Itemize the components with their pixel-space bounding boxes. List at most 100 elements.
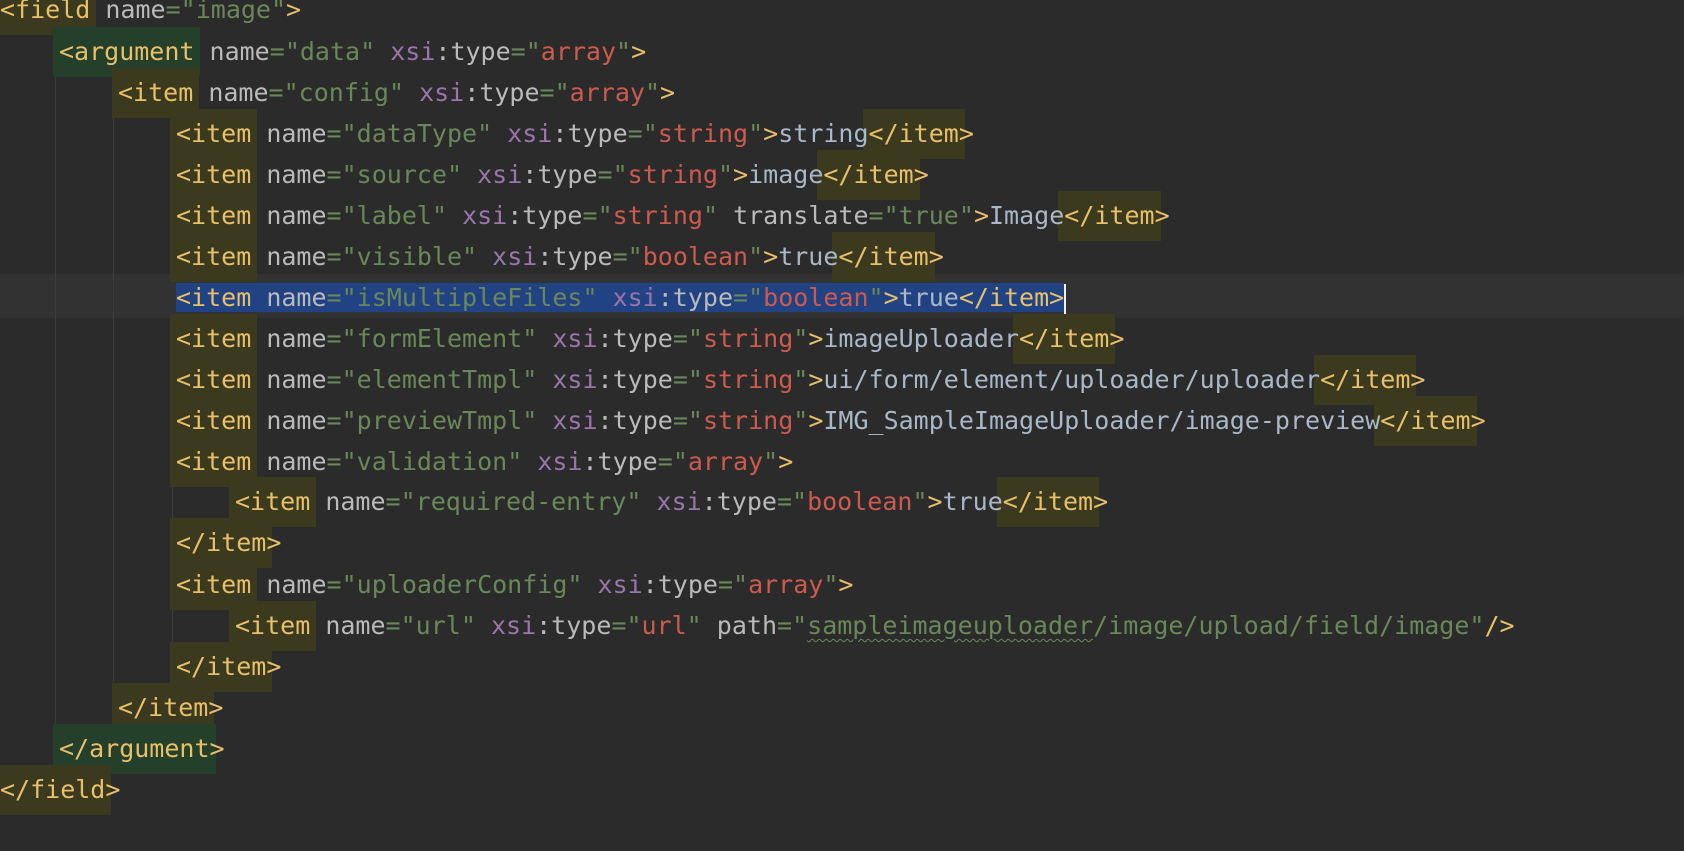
code-line[interactable]: <item name="required-entry" xsi:type="bo…: [0, 477, 1108, 527]
xml-quote: ": [341, 406, 357, 435]
xml-colon: :: [657, 283, 673, 312]
code-line[interactable]: <item name="validation" xsi:type="array"…: [0, 437, 793, 487]
code-line[interactable]: <item name="uploaderConfig" xsi:type="ar…: [0, 560, 854, 610]
xml-bracket: >: [266, 652, 282, 681]
xml-equals: =: [326, 324, 342, 353]
xml-quote: ": [341, 365, 357, 394]
xml-attribute-name: translate: [733, 201, 869, 230]
xml-colon: :: [582, 447, 598, 476]
xml-equals: =: [597, 160, 613, 189]
xml-tag-name: <argument: [52, 27, 201, 77]
code-line[interactable]: <item name="url" xsi:type="url" path="sa…: [0, 601, 1515, 651]
xml-equals: =: [326, 201, 342, 230]
code-editor[interactable]: <field name="image"> <argument name="data…: [0, 0, 1684, 851]
xml-bracket: >: [1049, 283, 1065, 312]
code-line[interactable]: </item>: [0, 683, 223, 733]
xml-attribute-value: /image/upload/field/image: [1093, 611, 1470, 640]
xml-colon: :: [701, 487, 717, 516]
xml-attribute-value: validation: [356, 447, 508, 476]
xml-quote: ": [525, 37, 541, 66]
xml-bracket: >: [660, 78, 676, 107]
xml-attribute-value: config: [298, 78, 389, 107]
xml-equals: =: [627, 119, 643, 148]
xml-attribute-value: boolean: [807, 487, 913, 516]
xml-tag-name: <item: [169, 191, 258, 241]
xml-attribute-value: string: [702, 406, 794, 435]
xml-quote: ": [388, 78, 405, 107]
xml-equals: =: [510, 37, 526, 66]
xml-tag-name: </item: [1374, 396, 1477, 446]
xml-tag-name: <item: [169, 314, 258, 364]
xml-quote: ": [283, 78, 299, 107]
xml-text-content: true: [778, 242, 839, 271]
code-line[interactable]: </item>: [0, 518, 281, 568]
xml-tag-name: </field: [0, 765, 112, 815]
xml-attribute-name: name: [266, 324, 327, 353]
code-line[interactable]: <item name="isMultipleFiles" xsi:type="b…: [0, 276, 1067, 320]
code-line[interactable]: <item name="previewTmpl" xsi:type="strin…: [0, 396, 1486, 446]
code-line[interactable]: <item name="visible" xsi:type="boolean">…: [0, 232, 944, 282]
xml-equals: =: [776, 487, 793, 516]
xml-attribute-value: elementTmpl: [356, 365, 523, 394]
xml-quote: ": [341, 242, 357, 271]
xml-attribute-name: name: [266, 406, 327, 435]
xml-attribute-name: type: [567, 119, 628, 148]
xml-tag-name: </item: [1058, 191, 1161, 241]
xml-attribute-name: name: [209, 37, 270, 66]
xml-attribute-name: type: [612, 406, 673, 435]
xml-attribute-name: type: [672, 283, 734, 312]
xml-bracket: >: [808, 365, 824, 394]
xml-quote: ": [446, 160, 463, 189]
xml-attribute-name: name: [266, 201, 327, 230]
xml-quote: ": [748, 283, 764, 312]
xml-bracket: >: [631, 37, 647, 66]
xml-attribute-value: image: [195, 0, 271, 24]
xml-quote: ": [616, 37, 632, 66]
xml-tag-name: </item: [817, 150, 921, 200]
xml-equals: =: [165, 0, 181, 24]
xml-attribute-value: string: [702, 365, 794, 394]
xml-quote: ": [507, 447, 523, 476]
code-line[interactable]: <item name="label" xsi:type="string" tra…: [0, 191, 1170, 241]
xml-equals: =: [326, 447, 342, 476]
xml-attribute-value: data: [299, 37, 361, 66]
code-line[interactable]: <item name="formElement" xsi:type="strin…: [0, 314, 1124, 364]
xml-attribute-value: required-entry: [415, 487, 627, 516]
code-line[interactable]: <item name="elementTmpl" xsi:type="strin…: [0, 355, 1425, 405]
xml-equals: =: [868, 201, 884, 230]
code-line[interactable]: <argument name="data" xsi:type="array">: [0, 27, 647, 77]
xml-quote: ": [522, 406, 538, 435]
xml-quote: ": [627, 242, 643, 271]
xml-namespace: xsi: [490, 611, 537, 640]
xml-bracket: >: [928, 242, 944, 271]
xml-quote: ": [1469, 611, 1485, 640]
xml-equals: =: [657, 447, 673, 476]
xml-attribute-value: string: [627, 160, 718, 189]
xml-text-content: imageUploader: [823, 324, 1020, 353]
xml-attribute-value: formElement: [356, 324, 523, 353]
code-line[interactable]: </item>: [0, 642, 282, 692]
xml-bracket: >: [838, 570, 854, 599]
xml-quote: ": [612, 160, 628, 189]
xml-attribute-value: url: [415, 611, 461, 640]
xml-attribute-name: type: [597, 447, 658, 476]
xml-equals: =: [269, 37, 285, 66]
xml-quote: ": [642, 119, 658, 148]
code-line[interactable]: </argument>: [0, 724, 225, 774]
xml-attribute-name: name: [266, 160, 327, 189]
code-line[interactable]: <item name="config" xsi:type="array">: [0, 68, 676, 118]
xml-attribute-value: uploaderConfig: [356, 570, 568, 599]
code-line[interactable]: </field>: [0, 765, 120, 815]
xml-attribute-name: type: [612, 365, 673, 394]
code-line[interactable]: <item name="source" xsi:type="string">im…: [0, 150, 929, 200]
xml-quote: ": [341, 201, 357, 230]
xml-attribute-name: type: [657, 570, 718, 599]
code-line[interactable]: <field name="image">: [0, 0, 302, 35]
xml-equals: =: [539, 78, 555, 107]
xml-bracket: >: [286, 0, 302, 24]
xml-tag-name: </item: [996, 477, 1100, 527]
xml-quote: ": [748, 119, 764, 148]
xml-namespace: xsi: [612, 283, 658, 312]
code-line[interactable]: <item name="dataType" xsi:type="string">…: [0, 109, 974, 159]
xml-quote: ": [400, 611, 416, 640]
